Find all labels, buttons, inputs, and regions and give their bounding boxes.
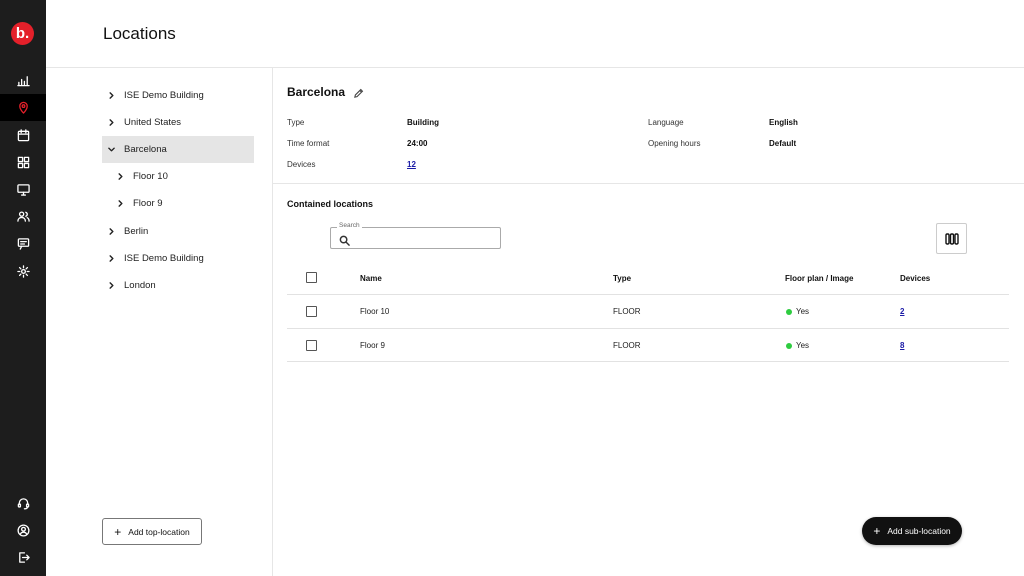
language-label: Language — [648, 118, 684, 127]
row-type: FLOOR — [613, 307, 641, 316]
tree-item-label: Floor 10 — [133, 171, 168, 182]
type-value: Building — [407, 118, 439, 127]
users-icon[interactable] — [0, 203, 46, 230]
chevron-right-icon[interactable] — [106, 227, 116, 237]
chevron-right-icon[interactable] — [115, 172, 125, 182]
chevron-right-icon[interactable] — [115, 199, 125, 209]
row-devices-link[interactable]: 8 — [900, 341, 904, 350]
add-top-location-button[interactable]: + Add top-location — [102, 518, 202, 545]
tree-item-label: United States — [124, 117, 182, 128]
select-all-checkbox[interactable] — [306, 272, 317, 283]
chevron-right-icon[interactable] — [106, 281, 116, 291]
table-divider — [287, 294, 1009, 295]
chevron-right-icon[interactable] — [106, 118, 116, 128]
tree-item[interactable]: Floor 10 — [115, 163, 255, 190]
tree-item-label: Barcelona — [124, 144, 167, 155]
add-top-location-label: Add top-location — [128, 526, 190, 537]
section-divider — [273, 183, 1024, 184]
account-icon[interactable] — [0, 517, 46, 544]
row-floor-plan: Yes — [796, 307, 810, 316]
columns-icon — [944, 232, 959, 245]
chevron-down-icon[interactable] — [106, 145, 116, 155]
add-sub-location-button[interactable]: + Add sub-location — [862, 517, 962, 545]
tree-item[interactable]: London — [106, 272, 256, 299]
row-checkbox[interactable] — [306, 306, 317, 317]
add-sub-location-label: Add sub-location — [887, 526, 951, 536]
column-header-floor-plan[interactable]: Floor plan / Image — [785, 274, 853, 283]
search-label: Search — [337, 222, 362, 229]
table-divider — [287, 328, 1009, 329]
tree-item[interactable]: Berlin — [106, 218, 256, 245]
time-format-label: Time format — [287, 139, 330, 148]
grid-icon[interactable] — [0, 149, 46, 176]
row-checkbox[interactable] — [306, 340, 317, 351]
brand-logo[interactable]: b. — [11, 22, 34, 45]
nav-rail: b. — [0, 0, 46, 576]
page-header: Locations — [46, 0, 1024, 68]
type-label: Type — [287, 118, 305, 127]
devices-label: Devices — [287, 160, 316, 169]
tree-item-label: Floor 9 — [133, 198, 163, 209]
tree-item-label: London — [124, 280, 156, 291]
chevron-right-icon[interactable] — [106, 254, 116, 264]
tree-item-label: Berlin — [124, 226, 149, 237]
chevron-right-icon[interactable] — [106, 91, 116, 101]
tree-item-label: ISE Demo Building — [124, 253, 204, 264]
devices-count-link[interactable]: 12 — [407, 160, 416, 169]
language-value: English — [769, 118, 798, 127]
tree-item-selected[interactable]: Barcelona — [102, 136, 254, 163]
status-dot — [786, 309, 792, 315]
tree-item[interactable]: Floor 9 — [115, 190, 255, 217]
tree-item[interactable]: ISE Demo Building — [106, 82, 256, 109]
settings-icon[interactable] — [0, 258, 46, 285]
support-icon[interactable] — [0, 490, 46, 517]
opening-hours-value: Default — [769, 139, 797, 148]
column-settings-button[interactable] — [936, 223, 967, 254]
location-pin-icon[interactable] — [0, 94, 46, 121]
location-name: Barcelona — [287, 85, 346, 99]
message-icon[interactable] — [0, 230, 46, 257]
row-type: FLOOR — [613, 341, 641, 350]
table-divider — [287, 361, 1009, 362]
plus-icon: + — [114, 524, 122, 539]
column-header-type[interactable]: Type — [613, 274, 631, 283]
search-icon — [339, 233, 350, 246]
tree-item[interactable]: ISE Demo Building — [106, 245, 256, 272]
row-floor-plan: Yes — [796, 341, 810, 350]
monitor-icon[interactable] — [0, 176, 46, 203]
search-input[interactable] — [355, 231, 495, 246]
edit-pencil-icon[interactable] — [353, 86, 364, 98]
contained-locations-title: Contained locations — [287, 199, 374, 209]
row-name[interactable]: Floor 9 — [360, 341, 385, 350]
column-header-devices[interactable]: Devices — [900, 274, 930, 283]
row-name[interactable]: Floor 10 — [360, 307, 389, 316]
location-tree-panel: ISE Demo Building United States Barcelon… — [46, 68, 273, 576]
row-devices-link[interactable]: 2 — [900, 307, 904, 316]
opening-hours-label: Opening hours — [648, 139, 701, 148]
status-dot — [786, 343, 792, 349]
plus-icon: + — [873, 524, 881, 538]
calendar-icon[interactable] — [0, 122, 46, 149]
time-format-value: 24:00 — [407, 139, 428, 148]
page-title: Locations — [103, 24, 176, 43]
column-header-name[interactable]: Name — [360, 274, 382, 283]
tree-item-label: ISE Demo Building — [124, 90, 204, 101]
logout-icon[interactable] — [0, 544, 46, 571]
tree-item[interactable]: United States — [106, 109, 256, 136]
analytics-icon[interactable] — [0, 67, 46, 94]
